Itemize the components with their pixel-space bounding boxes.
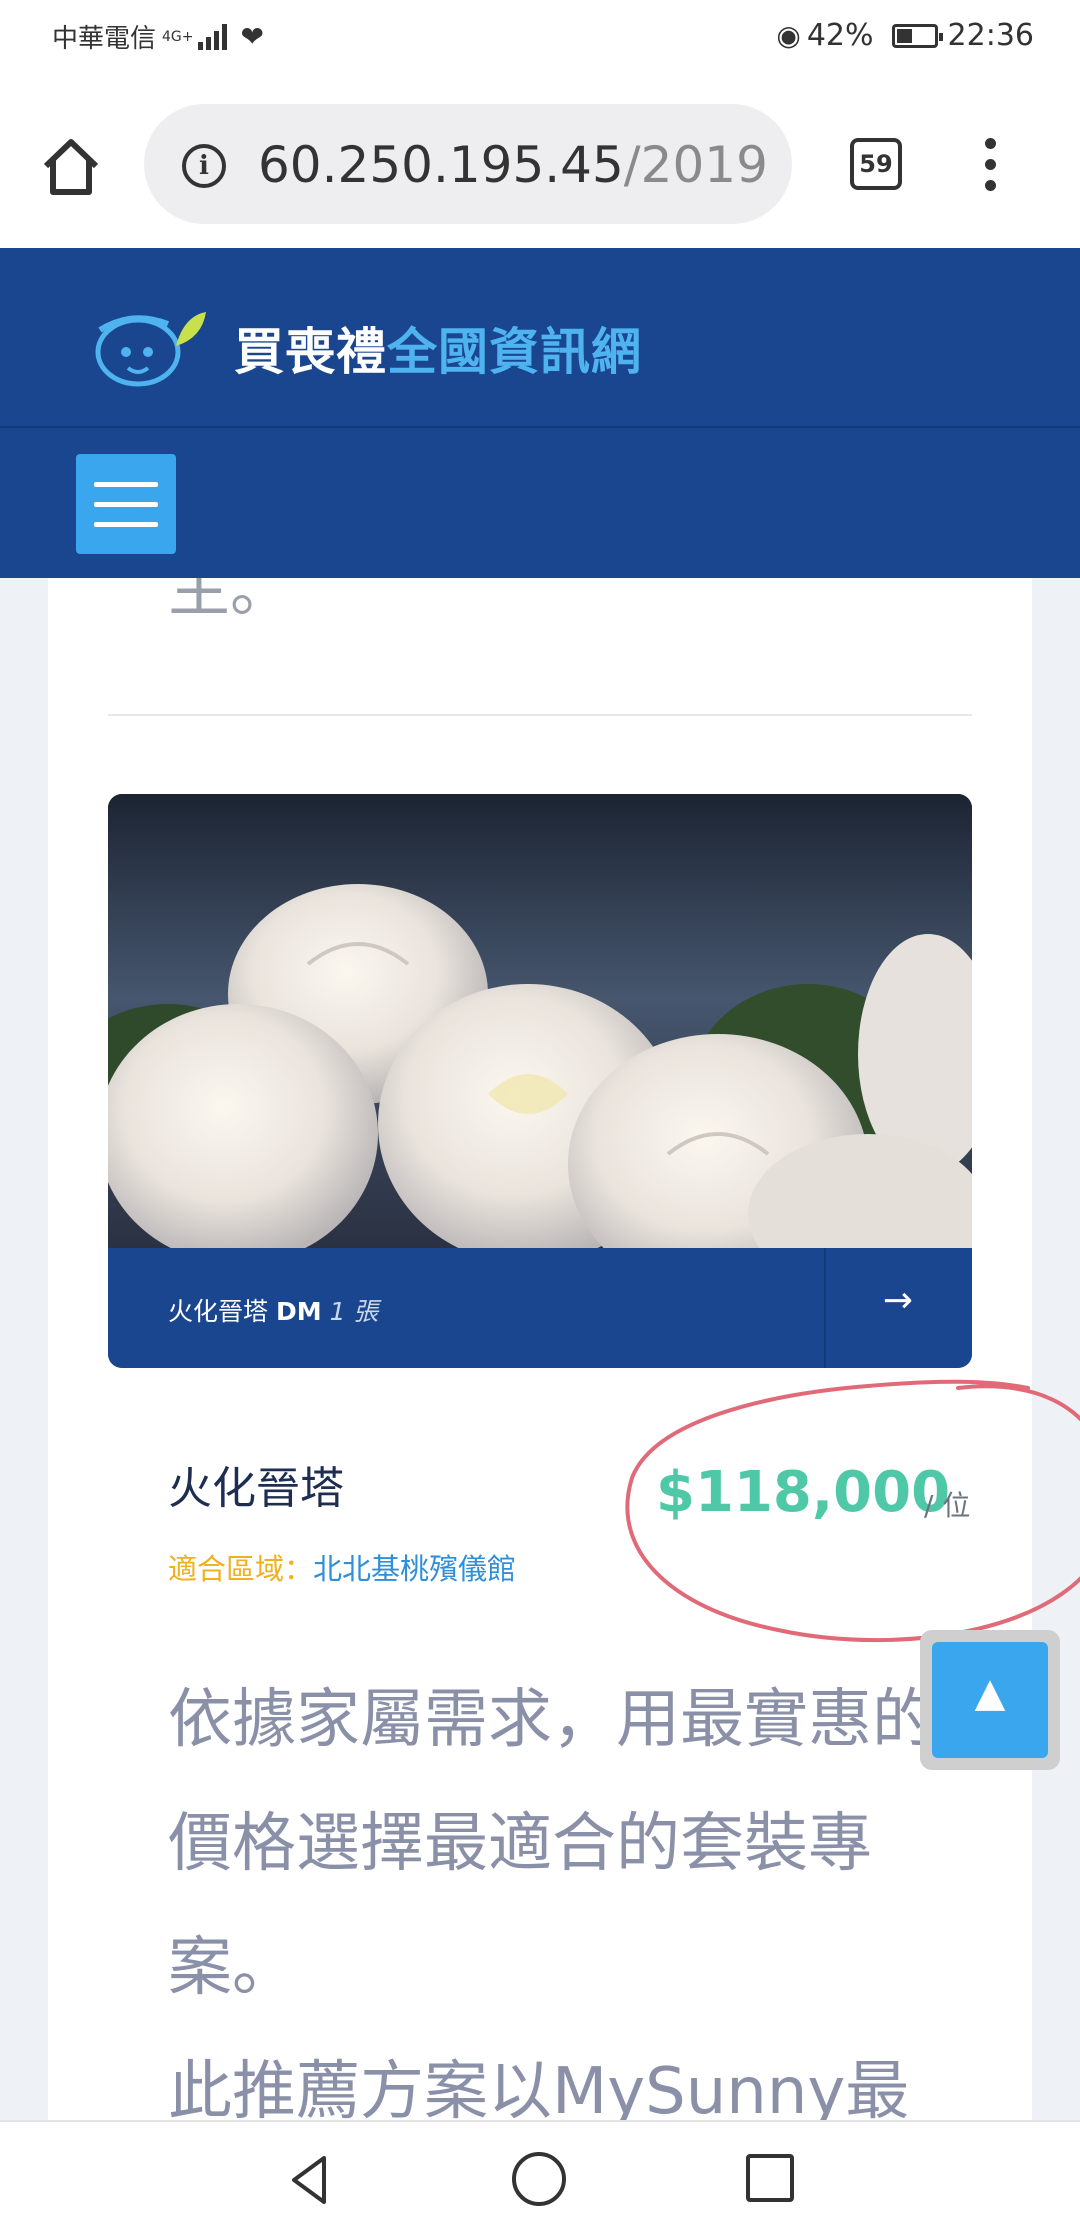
tab-switcher-button[interactable]: 59	[850, 138, 902, 190]
status-right: ◉ 42% 22:36	[776, 18, 1034, 53]
back-to-top-inner[interactable]: ▲	[932, 1642, 1048, 1758]
white-roses-photo	[108, 794, 972, 1248]
region-label: 適合區域：	[168, 1552, 314, 1586]
caption-dm: DM	[275, 1297, 322, 1326]
image-caption-bar[interactable]: 火化晉塔 DM 1 張 →	[108, 1248, 972, 1368]
url-host: 60.250.195.45	[258, 136, 624, 194]
content-card: 主。 火化晉塔 DM 1 張 → 火化晉塔 適合區域：北北基桃殯儀館 $118,…	[48, 578, 1080, 2120]
logo-text-primary: 買喪禮	[234, 323, 387, 381]
back-triangle-icon[interactable]	[280, 2150, 340, 2210]
info-icon[interactable]: i	[182, 144, 226, 188]
site-header: 買喪禮全國資訊網	[0, 248, 1080, 578]
battery-icon	[891, 23, 943, 48]
region-info: 適合區域：北北基桃殯儀館	[168, 1546, 516, 1588]
caption-count: 1 張	[329, 1297, 379, 1326]
image-caption: 火化晉塔 DM 1 張	[168, 1292, 378, 1328]
url-path: /2019	[623, 136, 768, 194]
url-text[interactable]: 60.250.195.45/2019	[258, 136, 768, 194]
caption-prefix: 火化晉塔	[168, 1297, 269, 1326]
status-left: 中華電信 4G+ ❤	[52, 18, 264, 55]
system-navigation-bar	[0, 2120, 1080, 2240]
package-description: 依據家屬需求，用最實惠的價格選擇最適合的套裝專案。 此推薦方案以MySunny最	[168, 1658, 958, 2120]
clock: 22:36	[947, 18, 1034, 53]
previous-text-fragment: 主。	[168, 578, 293, 625]
logo-mascot-icon	[95, 312, 206, 387]
network-type: 4G+	[162, 28, 194, 45]
caption-separator	[824, 1248, 826, 1368]
health-heart-icon: ❤	[240, 20, 264, 53]
arrow-up-icon: ▲	[974, 1670, 1006, 1716]
eye-comfort-icon: ◉	[776, 19, 801, 52]
package-image-card[interactable]: 火化晉塔 DM 1 張 →	[108, 794, 972, 1368]
content-area: 主。 火化晉塔 DM 1 張 → 火化晉塔 適合區域：北北基桃殯儀館 $118,…	[0, 578, 1080, 2120]
carrier-name: 中華電信	[52, 24, 157, 54]
home-icon[interactable]	[38, 134, 104, 200]
address-bar[interactable]: i 60.250.195.45/2019	[144, 104, 792, 224]
product-title: 火化晉塔	[168, 1463, 344, 1514]
signal-icon	[197, 23, 227, 50]
battery-fill	[896, 28, 912, 43]
logo-text: 買喪禮全國資訊網	[234, 312, 642, 384]
home-circle-icon[interactable]	[512, 2152, 566, 2206]
description-paragraph-1: 依據家屬需求，用最實惠的價格選擇最適合的套裝專案。	[168, 1683, 936, 2005]
browser-toolbar: i 60.250.195.45/2019 59	[0, 80, 1080, 248]
more-vert-icon[interactable]	[980, 138, 1000, 194]
logo-text-secondary: 全國資訊網	[387, 323, 642, 381]
arrow-right-icon[interactable]: →	[868, 1280, 928, 1321]
header-divider	[0, 426, 1080, 428]
region-value[interactable]: 北北基桃殯儀館	[313, 1552, 516, 1586]
recent-apps-square-icon[interactable]	[746, 2154, 794, 2202]
section-divider	[108, 714, 972, 716]
battery-percent: 42%	[806, 18, 874, 53]
back-to-top-button[interactable]: ▲	[920, 1630, 1060, 1770]
hamburger-menu-icon[interactable]	[76, 454, 176, 554]
description-paragraph-2: 此推薦方案以MySunny最	[168, 2055, 910, 2120]
status-bar: 中華電信 4G+ ❤ ◉ 42% 22:36	[0, 0, 1080, 80]
site-logo[interactable]: 買喪禮全國資訊網	[92, 298, 642, 398]
